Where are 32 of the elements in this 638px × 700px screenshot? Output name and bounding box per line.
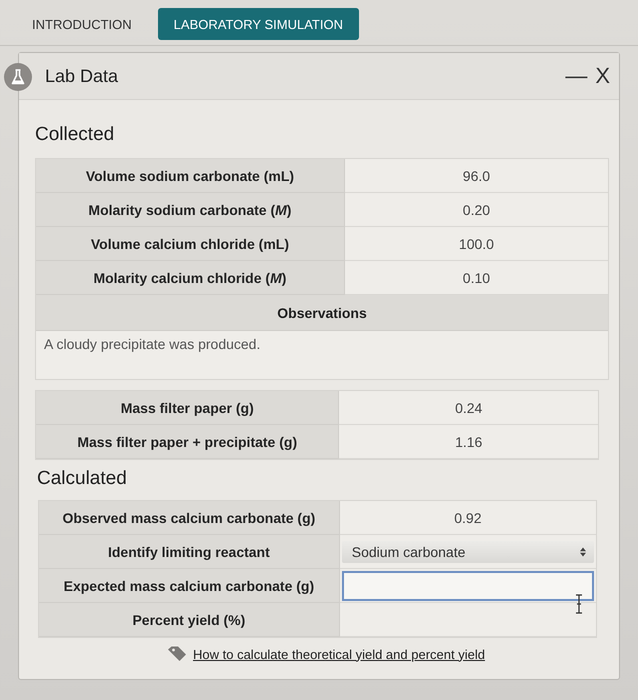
row-value: 1.16 — [339, 425, 598, 459]
row-label: Observed mass calcium carbonate (g) — [39, 501, 340, 535]
tag-icon — [167, 646, 187, 662]
row-value: 0.10 — [344, 261, 608, 295]
row-label: Volume sodium carbonate (mL) — [36, 159, 345, 193]
row-value: 0.20 — [344, 193, 608, 227]
row-label: Mass filter paper (g) — [36, 391, 340, 425]
panel-title: Lab Data — [45, 66, 118, 86]
row-value: 0.92 — [340, 501, 596, 535]
row-value: 96.0 — [344, 159, 608, 193]
text-cursor-icon — [574, 594, 584, 614]
tab[interactable]: INTRODUCTION — [24, 8, 140, 40]
minimize-button[interactable]: — — [562, 63, 590, 89]
row-label: Volume calcium chloride (mL) — [36, 227, 345, 261]
row-label: Identify limiting reactant — [39, 535, 340, 569]
input-field[interactable] — [342, 570, 594, 600]
observations-text: A cloudy precipitate was produced. — [36, 331, 608, 379]
row-label: Molarity sodium carbonate (M) — [36, 193, 345, 227]
observations-heading: Observations — [36, 295, 608, 331]
row-value: 100.0 — [344, 227, 608, 261]
row-value: 0.24 — [339, 391, 598, 425]
help-link[interactable]: How to calculate theoretical yield and percent yield — [193, 646, 485, 662]
section-heading: Calculated — [37, 468, 128, 490]
section-heading: Collected — [35, 124, 116, 146]
row-label: Percent yield (%) — [39, 603, 340, 637]
tab[interactable]: LABORATORY SIMULATION — [158, 8, 359, 40]
limiting-reactant-select[interactable]: Sodium carbonate — [342, 540, 594, 562]
row-label: Mass filter paper + precipitate (g) — [36, 425, 340, 459]
up-down-arrows-icon — [580, 546, 586, 556]
row-label: Expected mass calcium carbonate (g) — [39, 569, 340, 603]
row-label: Molarity calcium chloride (M) — [36, 261, 345, 295]
close-button[interactable]: X — [592, 63, 613, 89]
